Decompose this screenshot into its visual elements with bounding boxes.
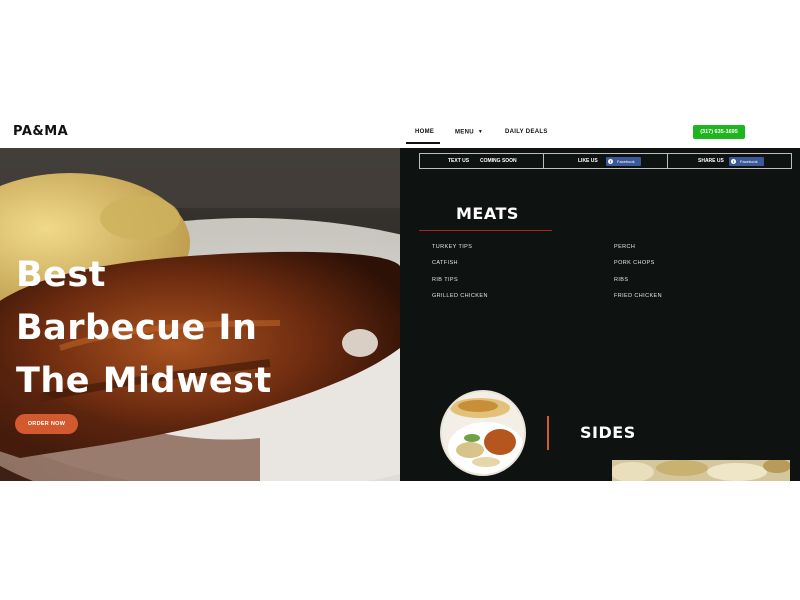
- sides-food-image: [612, 460, 790, 481]
- menu-item: CATFISH: [432, 260, 458, 267]
- site-header: PA&MA HOME MENU ▼ DAILY DEALS (317) 635-1…: [0, 118, 800, 148]
- facebook-like-label: Facebook: [617, 159, 635, 164]
- site-logo[interactable]: PA&MA: [13, 124, 68, 139]
- order-now-button[interactable]: ORDER NOW: [15, 414, 78, 434]
- sides-heading: SIDES: [580, 423, 636, 442]
- nav-home[interactable]: HOME: [415, 129, 434, 135]
- nav-menu[interactable]: MENU ▼: [455, 129, 483, 136]
- text-us-cell: TEXT US COMING SOON: [420, 154, 544, 168]
- menu-item: RIB TIPS: [432, 276, 459, 283]
- menu-item: PORK CHOPS: [614, 260, 655, 267]
- facebook-icon: f: [608, 159, 613, 164]
- menu-item: PERCH: [614, 244, 636, 250]
- hero-title-line-2: Barbecue In: [16, 308, 258, 348]
- share-us-cell: SHARE US f Facebook: [668, 154, 791, 168]
- share-us-label: SHARE US: [698, 158, 724, 164]
- menu-panel: TEXT US COMING SOON LIKE US f Facebook SH…: [400, 148, 800, 481]
- like-us-label: LIKE US: [578, 158, 598, 164]
- like-us-cell: LIKE US f Facebook: [544, 154, 668, 168]
- chevron-down-icon: ▼: [477, 129, 484, 135]
- menu-item: GRILLED CHICKEN: [432, 293, 488, 300]
- hero-section: Best Barbecue In The Midwest ORDER NOW: [0, 148, 400, 481]
- sides-plate-image: [440, 390, 526, 476]
- text-us-label: TEXT US: [448, 158, 470, 164]
- social-bar: TEXT US COMING SOON LIKE US f Facebook SH…: [419, 153, 792, 169]
- meats-list-column-1: TURKEY TIPS CATFISH RIB TIPS GRILLED CHI…: [432, 244, 488, 310]
- menu-item: TURKEY TIPS: [432, 244, 473, 250]
- meats-list-column-2: PERCH PORK CHOPS RIBS FRIED CHICKEN: [614, 244, 662, 310]
- phone-button[interactable]: (317) 635-1695: [693, 125, 745, 139]
- facebook-share-label: Facebook: [740, 159, 758, 164]
- hero-title-line-3: The Midwest: [16, 361, 272, 401]
- nav-home-underline: [406, 142, 440, 144]
- facebook-share-button[interactable]: f Facebook: [729, 157, 764, 166]
- hero-title: Best Barbecue In The Midwest: [16, 249, 336, 408]
- meats-divider: [419, 230, 552, 231]
- page: PA&MA HOME MENU ▼ DAILY DEALS (317) 635-1…: [0, 0, 800, 600]
- meats-heading: MEATS: [456, 204, 519, 223]
- hero-title-line-1: Best: [16, 255, 106, 295]
- menu-item: RIBS: [614, 276, 629, 283]
- facebook-icon: f: [731, 159, 736, 164]
- nav-menu-label: MENU: [455, 129, 474, 136]
- menu-item: FRIED CHICKEN: [614, 293, 662, 300]
- sides-divider: [547, 416, 549, 450]
- facebook-like-button[interactable]: f Facebook: [606, 157, 641, 166]
- text-us-value: COMING SOON: [480, 158, 517, 164]
- nav-daily-deals[interactable]: DAILY DEALS: [505, 129, 548, 135]
